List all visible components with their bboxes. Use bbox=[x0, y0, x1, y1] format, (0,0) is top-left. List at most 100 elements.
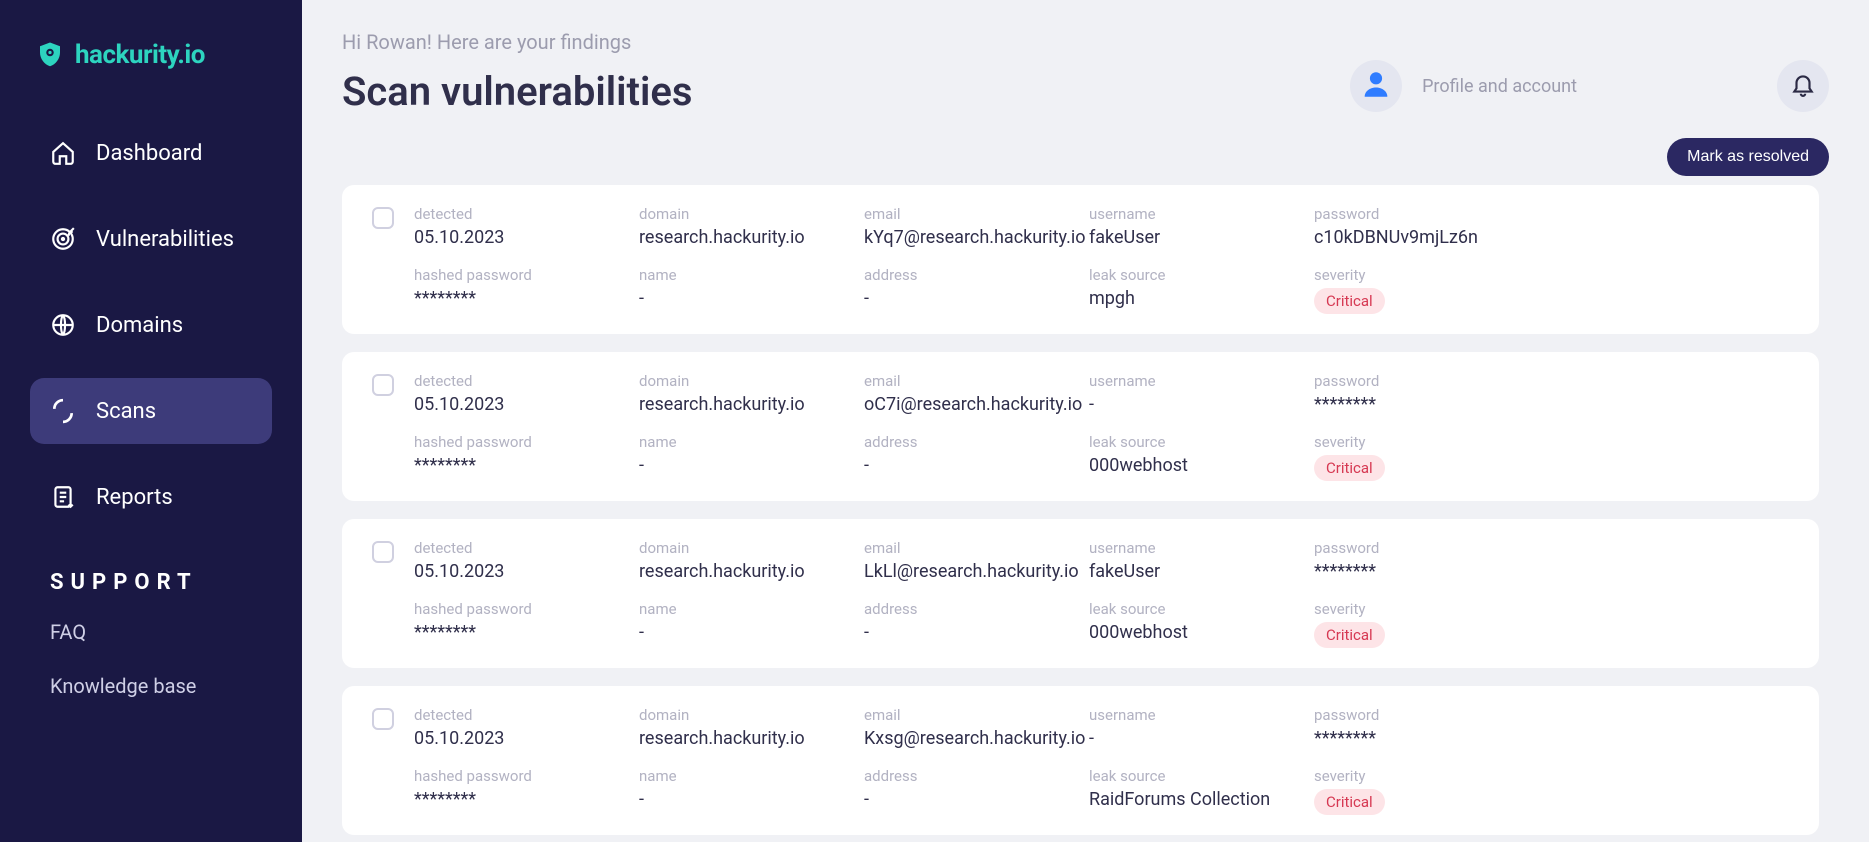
support-list: FAQKnowledge base bbox=[0, 605, 302, 713]
field-value: ******** bbox=[414, 622, 639, 643]
cell-detected: detected05.10.2023 bbox=[414, 706, 639, 749]
sidebar-item-label: Dashboard bbox=[96, 141, 202, 166]
target-icon bbox=[50, 226, 76, 252]
sidebar-item-domains[interactable]: Domains bbox=[30, 292, 272, 358]
field-label: name bbox=[639, 433, 864, 451]
notifications-button[interactable] bbox=[1777, 60, 1829, 112]
cell-username: username- bbox=[1089, 372, 1314, 415]
finding-checkbox[interactable] bbox=[372, 541, 394, 563]
field-label: severity bbox=[1314, 600, 1789, 618]
support-item-knowledge-base[interactable]: Knowledge base bbox=[0, 659, 302, 713]
field-value: - bbox=[1089, 394, 1314, 415]
field-value: - bbox=[639, 455, 864, 476]
cell-email: emailLkLl@research.hackurity.io bbox=[864, 539, 1089, 582]
sidebar: hackurity.io Dashboard Vulnerabilities Dom… bbox=[0, 0, 302, 842]
field-label: name bbox=[639, 767, 864, 785]
field-value: ******** bbox=[414, 288, 639, 309]
findings-scroll[interactable]: detected05.10.2023domainresearch.hackuri… bbox=[342, 185, 1829, 842]
cell-password: passwordc10kDBNUv9mjLz6n bbox=[1314, 205, 1789, 248]
field-value: research.hackurity.io bbox=[639, 728, 864, 749]
finding-checkbox[interactable] bbox=[372, 708, 394, 730]
field-value: ******** bbox=[1314, 394, 1789, 415]
profile-link[interactable]: Profile and account bbox=[1422, 76, 1577, 97]
sidebar-item-label: Reports bbox=[96, 485, 173, 510]
field-label: address bbox=[864, 266, 1089, 284]
finding-grid: detected05.10.2023domainresearch.hackuri… bbox=[414, 372, 1789, 481]
field-label: username bbox=[1089, 539, 1314, 557]
field-value: research.hackurity.io bbox=[639, 561, 864, 582]
cell-detected: detected05.10.2023 bbox=[414, 205, 639, 248]
cell-domain: domainresearch.hackurity.io bbox=[639, 706, 864, 749]
sidebar-item-vulnerabilities[interactable]: Vulnerabilities bbox=[30, 206, 272, 272]
cell-address: address- bbox=[864, 767, 1089, 815]
field-label: name bbox=[639, 600, 864, 618]
field-value: - bbox=[864, 288, 1089, 309]
cell-severity: severity Critical bbox=[1314, 767, 1789, 815]
cell-severity: severityCritical bbox=[1314, 600, 1789, 648]
severity-badge: Critical bbox=[1314, 789, 1385, 815]
field-value: ******** bbox=[414, 789, 639, 810]
field-value: - bbox=[1089, 728, 1314, 749]
cell-address: address- bbox=[864, 600, 1089, 648]
field-value: - bbox=[639, 288, 864, 309]
cell-username: username- bbox=[1089, 706, 1314, 749]
cell-hashed-password: hashed password******** bbox=[414, 433, 639, 481]
field-label: detected bbox=[414, 539, 639, 557]
sidebar-item-scans[interactable]: Scans bbox=[30, 378, 272, 444]
finding-checkbox[interactable] bbox=[372, 374, 394, 396]
field-label: password bbox=[1314, 205, 1789, 223]
sidebar-item-label: Domains bbox=[96, 313, 183, 338]
sidebar-item-reports[interactable]: Reports bbox=[30, 464, 272, 530]
page-title: Scan vulnerabilities bbox=[342, 68, 692, 115]
field-value: Kxsg@research.hackurity.io bbox=[864, 728, 1089, 749]
field-label: severity bbox=[1314, 767, 1789, 785]
field-value: research.hackurity.io bbox=[639, 394, 864, 415]
finding-grid: detected05.10.2023domainresearch.hackuri… bbox=[414, 205, 1789, 314]
support-heading: SUPPORT bbox=[0, 550, 302, 605]
field-label: hashed password bbox=[414, 600, 639, 618]
field-value: RaidForums Collection bbox=[1089, 789, 1314, 810]
avatar[interactable] bbox=[1350, 60, 1402, 112]
logo[interactable]: hackurity.io bbox=[0, 20, 302, 120]
field-label: name bbox=[639, 266, 864, 284]
field-label: leak source bbox=[1089, 767, 1314, 785]
dashboard-icon bbox=[50, 140, 76, 166]
field-label: domain bbox=[639, 205, 864, 223]
field-label: hashed password bbox=[414, 266, 639, 284]
cell-password: password******** bbox=[1314, 706, 1789, 749]
cell-username: usernamefakeUser bbox=[1089, 539, 1314, 582]
severity-badge: Critical bbox=[1314, 288, 1385, 314]
cell-password: password******** bbox=[1314, 539, 1789, 582]
field-label: detected bbox=[414, 706, 639, 724]
finding-card: detected05.10.2023domainresearch.hackuri… bbox=[342, 352, 1819, 501]
support-item-faq[interactable]: FAQ bbox=[0, 605, 302, 659]
field-label: email bbox=[864, 706, 1089, 724]
cell-hashed-password: hashed password ******** bbox=[414, 266, 639, 314]
cell-email: emailoC7i@research.hackurity.io bbox=[864, 372, 1089, 415]
cell-address: address- bbox=[864, 433, 1089, 481]
field-label: email bbox=[864, 205, 1089, 223]
globe-icon bbox=[50, 312, 76, 338]
field-value: 000webhost bbox=[1089, 455, 1314, 476]
field-label: address bbox=[864, 600, 1089, 618]
cell-hashed-password: hashed password ******** bbox=[414, 600, 639, 648]
field-value: 05.10.2023 bbox=[414, 561, 639, 582]
field-label: password bbox=[1314, 372, 1789, 390]
cell-domain: domainresearch.hackurity.io bbox=[639, 372, 864, 415]
field-value: fakeUser bbox=[1089, 227, 1314, 248]
mark-as-resolved-button[interactable]: Mark as resolved bbox=[1667, 138, 1829, 176]
field-value: oC7i@research.hackurity.io bbox=[864, 394, 1089, 415]
field-label: address bbox=[864, 433, 1089, 451]
field-value: mpgh bbox=[1089, 288, 1314, 309]
field-label: severity bbox=[1314, 266, 1789, 284]
field-value: ******** bbox=[1314, 728, 1789, 749]
field-label: leak source bbox=[1089, 266, 1314, 284]
finding-checkbox[interactable] bbox=[372, 207, 394, 229]
shield-icon bbox=[35, 40, 65, 70]
cell-domain: domainresearch.hackurity.io bbox=[639, 539, 864, 582]
header: Hi Rowan! Here are your findings Scan vu… bbox=[342, 30, 1829, 115]
cell-email: email Kxsg@research.hackurity.io bbox=[864, 706, 1089, 749]
cell-name: name- bbox=[639, 767, 864, 815]
sidebar-item-dashboard[interactable]: Dashboard bbox=[30, 120, 272, 186]
cell-name: name - bbox=[639, 266, 864, 314]
